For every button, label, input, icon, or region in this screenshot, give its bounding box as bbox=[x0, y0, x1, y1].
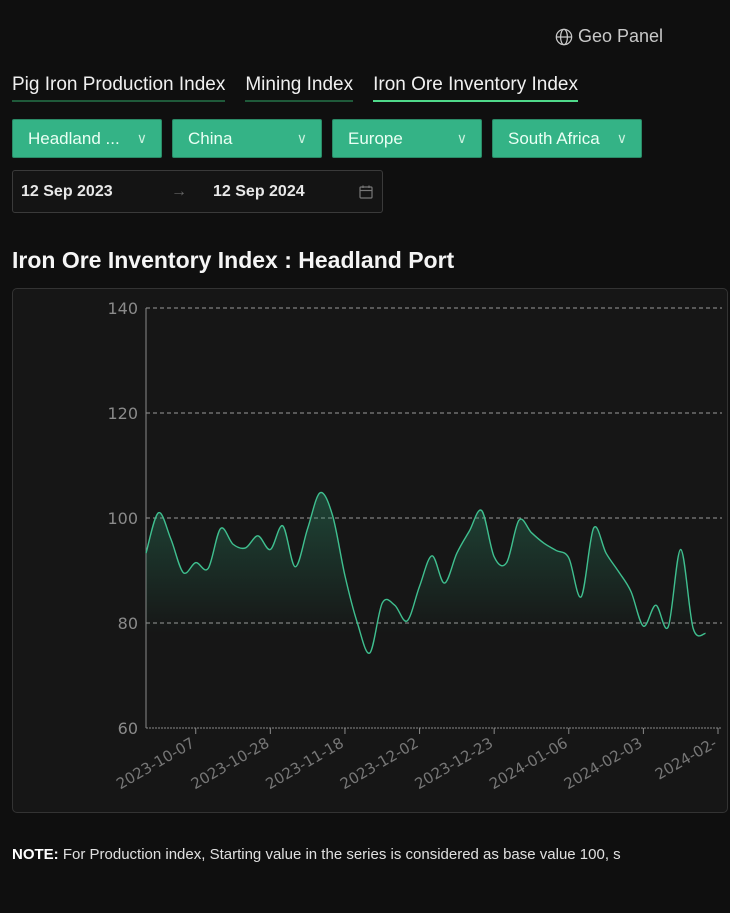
x-tick-label: 2023-12-02 bbox=[337, 734, 422, 793]
index-tabs: Pig Iron Production Index Mining Index I… bbox=[12, 74, 578, 102]
chevron-down-icon: ∨ bbox=[136, 130, 147, 146]
x-tick-label: 2023-11-18 bbox=[262, 734, 347, 793]
tab-pig-iron-production-index[interactable]: Pig Iron Production Index bbox=[12, 74, 226, 102]
x-tick-label: 2023-10-07 bbox=[113, 734, 198, 793]
date-range-picker[interactable]: 12 Sep 2023 → 12 Sep 2024 bbox=[12, 170, 383, 213]
y-tick-label: 100 bbox=[107, 509, 138, 528]
country-2-dropdown[interactable]: South Africa ∨ bbox=[492, 119, 642, 158]
chevron-down-icon: ∨ bbox=[456, 130, 467, 146]
line-chart: 60 80 100 120 140 2023-10-072023-10-282023-11… bbox=[107, 299, 722, 793]
y-tick-label: 140 bbox=[107, 299, 138, 318]
geo-panel-label: Geo Panel bbox=[578, 26, 664, 46]
series-area bbox=[146, 492, 706, 728]
chart-card: 60 80 100 120 140 2023-10-07 2023-10-28 2023-11… bbox=[12, 288, 728, 813]
arrow-right-icon: → bbox=[171, 182, 187, 200]
geo-panel-button[interactable]: Geo Panel bbox=[555, 26, 663, 47]
x-tick-label: 2024-02- bbox=[652, 734, 720, 784]
globe-icon bbox=[555, 28, 573, 45]
x-tick-label: 2024-02-03 bbox=[561, 734, 646, 793]
dropdown-value: China bbox=[188, 128, 233, 148]
end-date[interactable]: 12 Sep 2024 bbox=[213, 183, 358, 201]
y-tick-label: 60 bbox=[118, 719, 138, 738]
chevron-down-icon: ∨ bbox=[616, 130, 627, 146]
port-dropdown[interactable]: Headland ... ∨ bbox=[12, 119, 162, 158]
dropdown-value: Headland ... bbox=[28, 128, 120, 148]
chart-title: Iron Ore Inventory Index : Headland Port bbox=[12, 247, 455, 273]
x-tick-label: 2023-10-28 bbox=[188, 734, 273, 793]
country-dropdown[interactable]: China ∨ bbox=[172, 119, 322, 158]
chevron-down-icon: ∨ bbox=[296, 130, 307, 146]
start-date[interactable]: 12 Sep 2023 bbox=[21, 183, 171, 201]
region-dropdown[interactable]: Europe ∨ bbox=[332, 119, 482, 158]
dropdown-value: South Africa bbox=[508, 128, 600, 148]
calendar-icon bbox=[359, 185, 373, 199]
y-tick-label: 80 bbox=[118, 614, 138, 633]
x-tick-label: 2023-12-23 bbox=[412, 734, 497, 793]
x-tick-label: 2024-01-06 bbox=[486, 734, 571, 793]
tab-mining-index[interactable]: Mining Index bbox=[245, 74, 354, 102]
note-label: NOTE: bbox=[12, 846, 59, 863]
filter-bar: Headland ... ∨ China ∨ Europe ∨ South Afric… bbox=[12, 119, 642, 158]
dropdown-value: Europe bbox=[348, 128, 403, 148]
note-text: For Production index, Starting value in … bbox=[58, 846, 621, 863]
tab-iron-ore-inventory-index[interactable]: Iron Ore Inventory Index bbox=[373, 74, 578, 102]
y-tick-label: 120 bbox=[107, 404, 138, 423]
note: NOTE: For Production index, Starting val… bbox=[12, 845, 728, 864]
